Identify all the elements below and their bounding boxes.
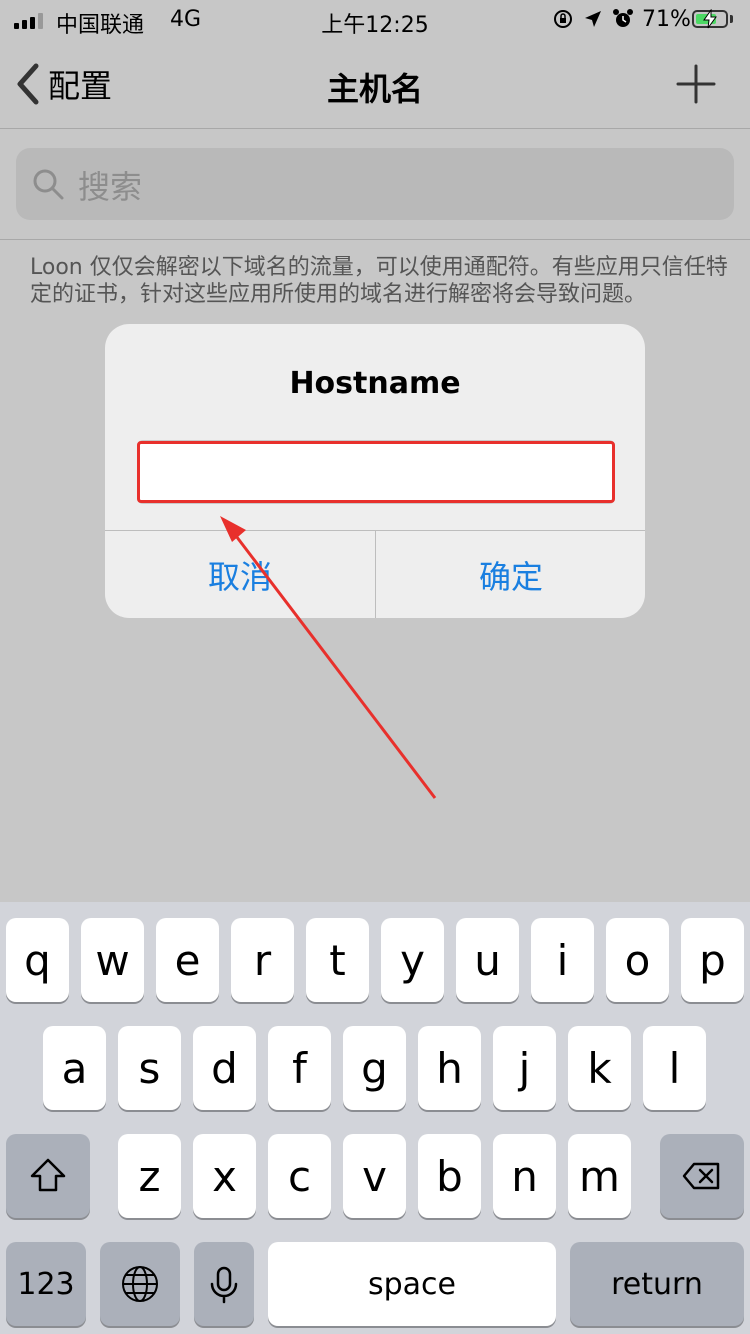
key-h[interactable]: h [418, 1026, 481, 1110]
key-w[interactable]: w [81, 918, 144, 1002]
shift-key[interactable] [6, 1134, 90, 1218]
numbers-key[interactable]: 123 [6, 1242, 86, 1326]
globe-icon [122, 1266, 158, 1302]
navigation-bar: 配置 主机名 [0, 40, 750, 128]
key-l[interactable]: l [643, 1026, 706, 1110]
shift-icon [30, 1158, 66, 1192]
return-key[interactable]: return [570, 1242, 744, 1326]
location-icon [585, 11, 601, 27]
key-b[interactable]: b [418, 1134, 481, 1218]
key-s[interactable]: s [118, 1026, 181, 1110]
key-y[interactable]: y [381, 918, 444, 1002]
divider [0, 239, 750, 240]
plus-icon[interactable] [674, 62, 718, 106]
delete-key[interactable] [660, 1134, 744, 1218]
divider [0, 128, 750, 129]
key-a[interactable]: a [43, 1026, 106, 1110]
key-d[interactable]: d [193, 1026, 256, 1110]
dictation-key[interactable] [194, 1242, 254, 1326]
key-n[interactable]: n [493, 1134, 556, 1218]
globe-key[interactable] [100, 1242, 180, 1326]
search-input[interactable]: 搜索 [16, 148, 734, 220]
key-t[interactable]: t [306, 918, 369, 1002]
key-f[interactable]: f [268, 1026, 331, 1110]
key-v[interactable]: v [343, 1134, 406, 1218]
cancel-button[interactable]: 取消 [105, 531, 375, 618]
key-j[interactable]: j [493, 1026, 556, 1110]
microphone-icon [210, 1266, 238, 1304]
search-placeholder: 搜索 [78, 168, 143, 206]
key-x[interactable]: x [193, 1134, 256, 1218]
page-title: 主机名 [326, 70, 423, 108]
key-q[interactable]: q [6, 918, 69, 1002]
key-c[interactable]: c [268, 1134, 331, 1218]
key-i[interactable]: i [531, 918, 594, 1002]
key-u[interactable]: u [456, 918, 519, 1002]
search-icon [33, 169, 64, 200]
key-k[interactable]: k [568, 1026, 631, 1110]
key-r[interactable]: r [231, 918, 294, 1002]
status-bar: 中国联通 4G 上午12:25 71% [0, 0, 750, 40]
space-key[interactable]: space [268, 1242, 556, 1326]
status-time: 上午12:25 [321, 13, 429, 38]
keyboard: qwertyuiop asdfghjkl zxcvbnm 123 space r… [0, 902, 750, 1334]
annotation-highlight-box [137, 441, 615, 503]
battery-percentage: 71% [642, 7, 691, 32]
key-o[interactable]: o [606, 918, 669, 1002]
key-e[interactable]: e [156, 918, 219, 1002]
confirm-button[interactable]: 确定 [376, 531, 645, 618]
backspace-icon [682, 1162, 720, 1190]
charging-bolt-icon [703, 9, 717, 29]
key-p[interactable]: p [681, 918, 744, 1002]
description-text: Loon 仅仅会解密以下域名的流量，可以使用通配符。有些应用只信任特定的证书，针… [30, 255, 728, 307]
key-m[interactable]: m [568, 1134, 631, 1218]
alert-title: Hostname [289, 366, 461, 401]
orientation-lock-icon [554, 10, 572, 28]
alarm-icon [613, 9, 633, 27]
key-z[interactable]: z [118, 1134, 181, 1218]
key-g[interactable]: g [343, 1026, 406, 1110]
